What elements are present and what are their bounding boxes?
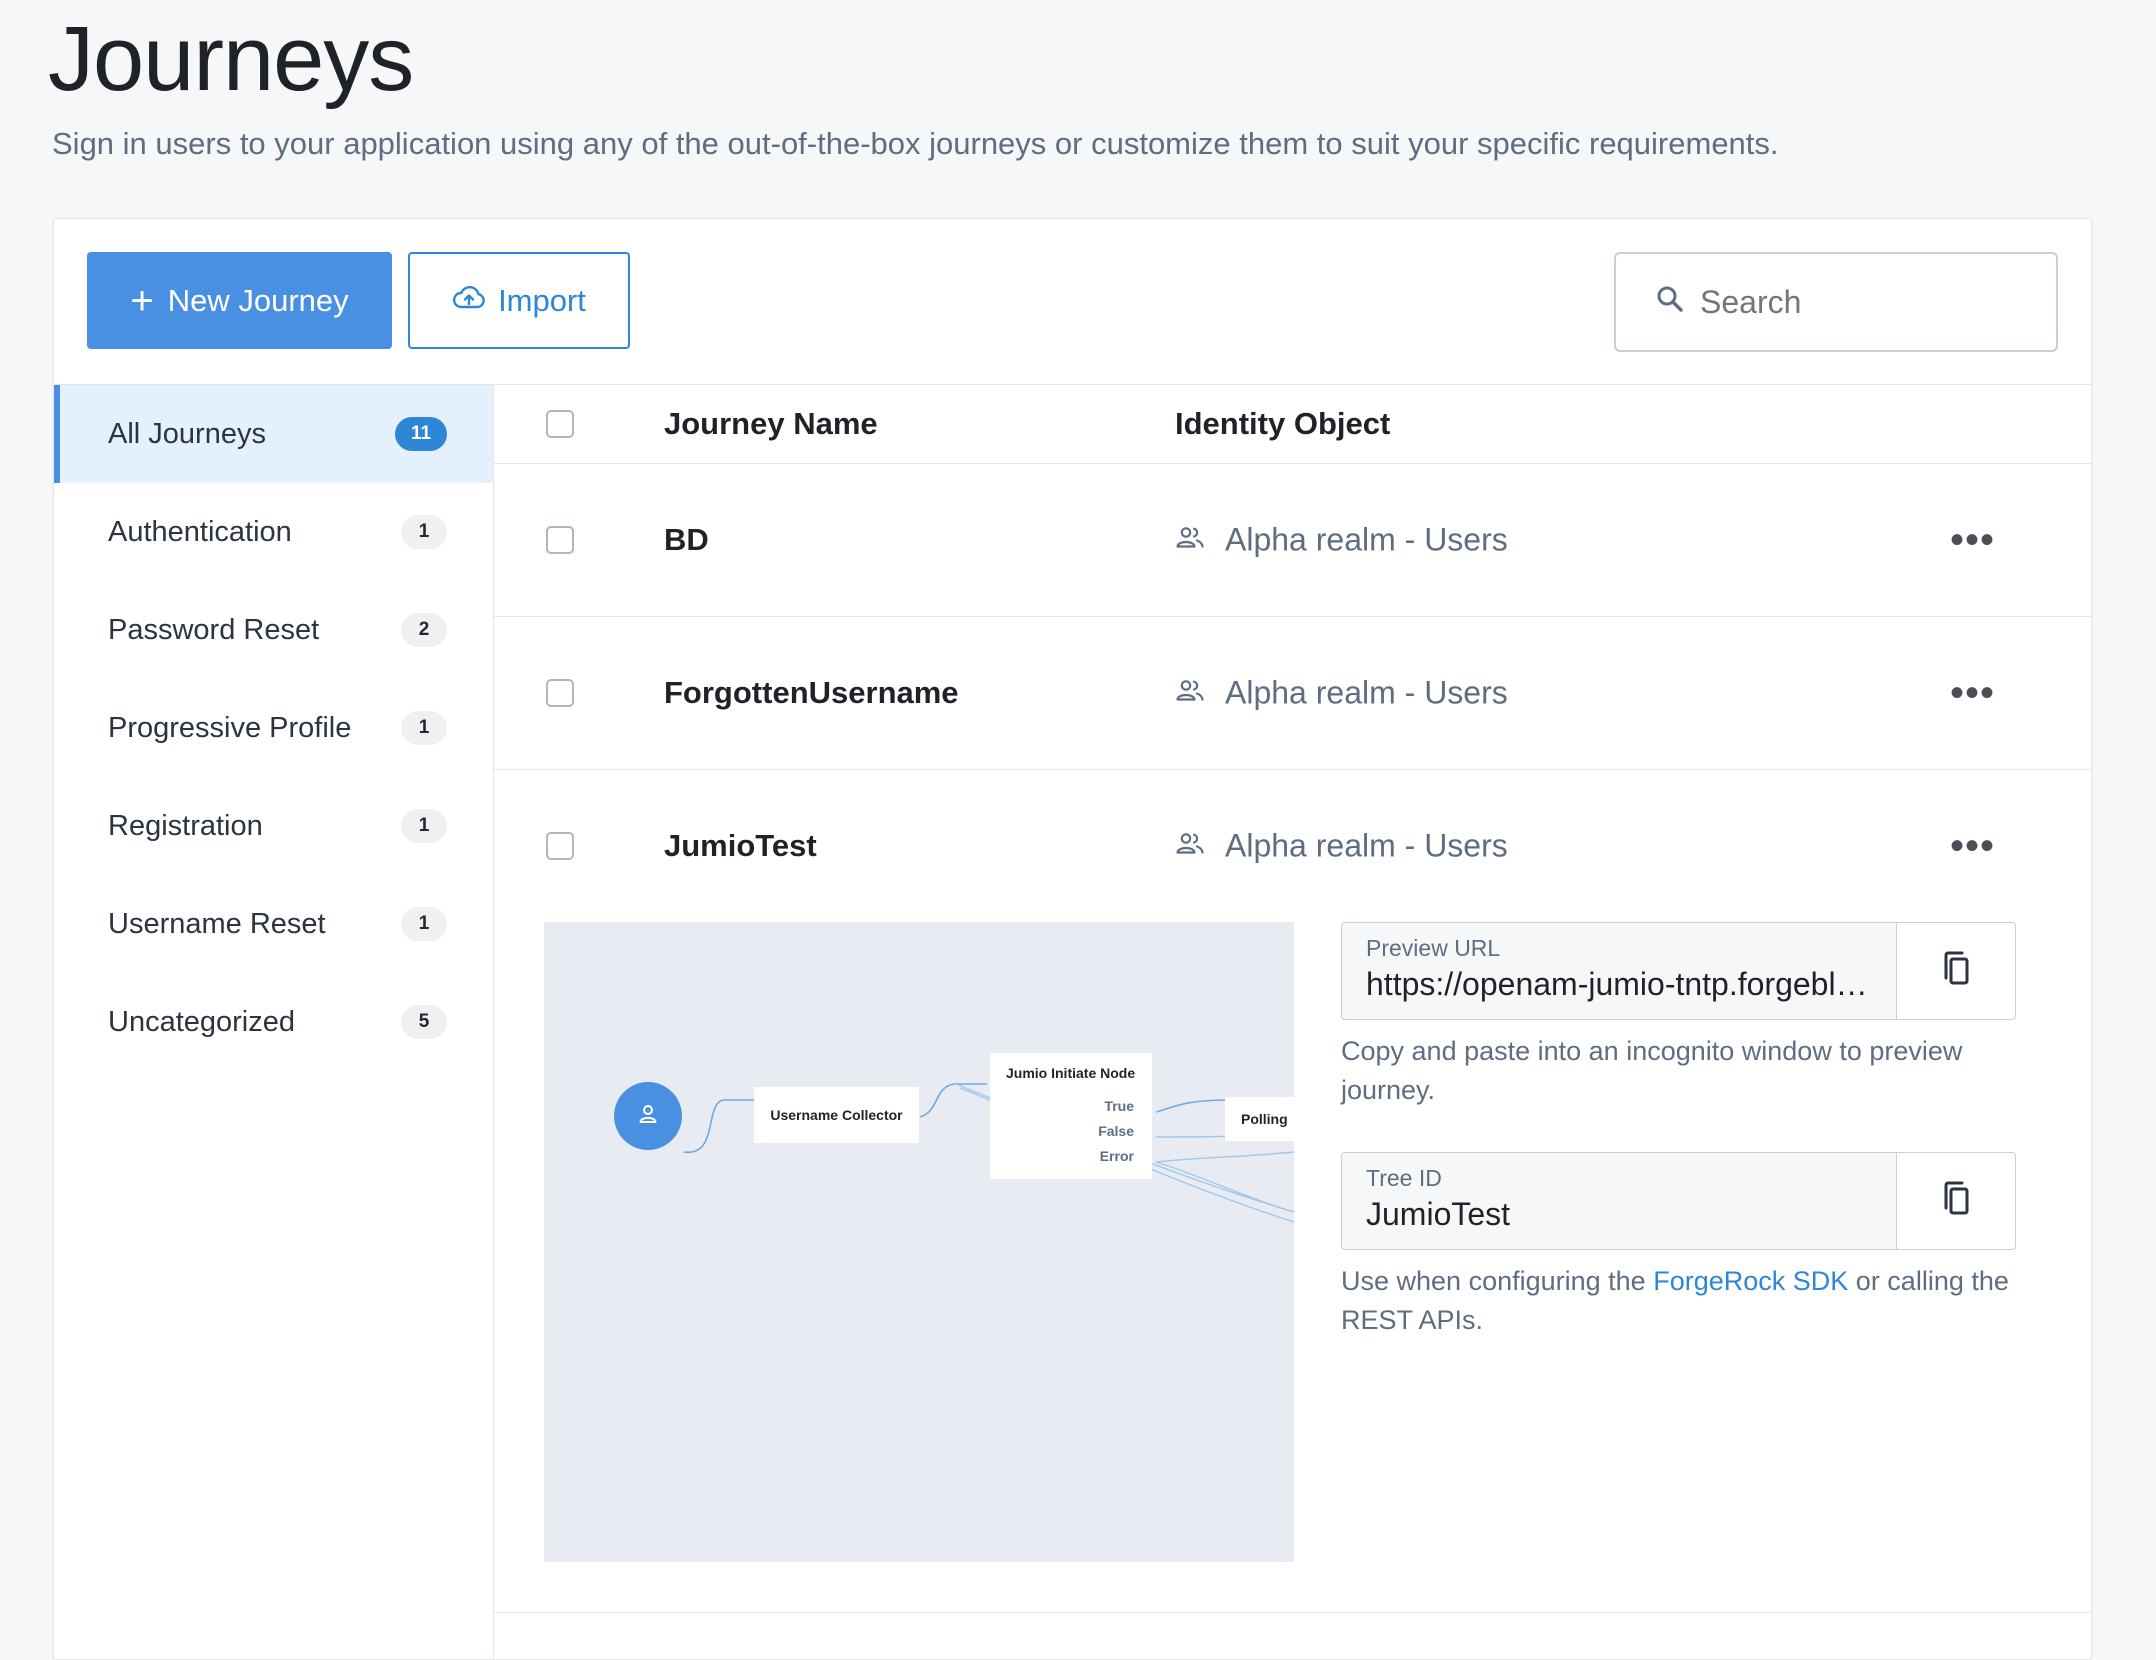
outcome-label: Error <box>1099 1148 1134 1164</box>
count-badge: 1 <box>401 515 447 549</box>
node-polling[interactable]: Polling <box>1225 1097 1294 1141</box>
identity-object: Alpha realm - Users <box>1175 828 1508 865</box>
users-icon <box>1175 680 1205 707</box>
diagram-connectors <box>683 1083 1294 1223</box>
new-journey-label: New Journey <box>167 282 349 318</box>
preview-url-value[interactable]: https://openam-jumio-tntp.forgeblo… <box>1366 966 1872 1003</box>
sidebar-item-all-journeys[interactable]: All Journeys 11 <box>54 385 493 483</box>
row-checkbox[interactable] <box>546 526 574 554</box>
node-jumio-initiate[interactable]: Jumio Initiate Node True False Error <box>990 1053 1152 1179</box>
preview-url-hint: Copy and paste into an incognito window … <box>1341 1036 1963 1105</box>
page-subtitle: Sign in users to your application using … <box>52 126 1779 161</box>
sidebar-item-authentication[interactable]: Authentication 1 <box>54 483 493 581</box>
preview-url-field: Preview URL https://openam-jumio-tntp.fo… <box>1341 922 2016 1020</box>
outcome-label: True <box>1104 1098 1134 1114</box>
new-journey-button[interactable]: + New Journey <box>87 252 392 349</box>
import-label: Import <box>498 282 586 318</box>
tree-id-value[interactable]: JumioTest <box>1366 1196 1872 1233</box>
journey-diagram-preview[interactable]: Username Collector Jumio Initiate Node T… <box>544 922 1294 1562</box>
sidebar-item-label: Registration <box>108 809 263 842</box>
journeys-card: + New Journey Import All Journeys 11 Aut… <box>53 218 2092 1660</box>
identity-object-label: Alpha realm - Users <box>1225 674 1508 711</box>
count-badge: 1 <box>401 711 447 745</box>
identity-object-label: Alpha realm - Users <box>1225 521 1508 558</box>
sidebar-item-label: All Journeys <box>108 417 266 450</box>
table-header: Journey Name Identity Object <box>494 385 2091 464</box>
copy-icon <box>1940 951 1972 992</box>
count-badge: 5 <box>401 1005 447 1039</box>
page-title: Journeys <box>48 8 414 110</box>
copy-tree-id-button[interactable] <box>1896 1153 2015 1249</box>
search-box[interactable] <box>1614 252 2058 352</box>
count-badge: 2 <box>401 613 447 647</box>
row-checkbox[interactable] <box>546 679 574 707</box>
users-icon <box>1175 527 1205 554</box>
field-label: Preview URL <box>1366 935 1501 961</box>
plus-icon: + <box>130 278 154 323</box>
identity-object: Alpha realm - Users <box>1175 675 1508 712</box>
person-icon <box>637 1103 659 1130</box>
journey-name[interactable]: BD <box>664 522 709 558</box>
node-username-collector[interactable]: Username Collector <box>754 1087 919 1143</box>
count-badge: 1 <box>401 907 447 941</box>
node-label: Polling <box>1241 1111 1288 1127</box>
select-all-checkbox[interactable] <box>546 410 574 438</box>
import-button[interactable]: Import <box>408 252 630 349</box>
users-icon <box>1175 833 1205 860</box>
cloud-upload-icon <box>452 283 486 319</box>
table-row-expanded[interactable]: JumioTest Alpha realm - Users ••• Userna… <box>494 770 2091 1613</box>
column-header-identity-object: Identity Object <box>1175 406 1391 441</box>
sidebar-item-password-reset[interactable]: Password Reset 2 <box>54 581 493 679</box>
forgerock-sdk-link[interactable]: ForgeRock SDK <box>1653 1266 1848 1296</box>
search-icon <box>1656 284 1684 321</box>
start-node[interactable] <box>614 1082 682 1150</box>
sidebar-item-username-reset[interactable]: Username Reset 1 <box>54 875 493 973</box>
hint-text: Use when configuring the <box>1341 1266 1646 1296</box>
journeys-table: Journey Name Identity Object BD Alpha re… <box>494 385 2091 1659</box>
table-row[interactable]: ForgottenUsername Alpha realm - Users ••… <box>494 617 2091 770</box>
node-label: Username Collector <box>770 1107 903 1123</box>
sidebar-item-uncategorized[interactable]: Uncategorized 5 <box>54 973 493 1071</box>
journey-name[interactable]: ForgottenUsername <box>664 675 959 711</box>
sidebar-item-label: Uncategorized <box>108 1005 295 1038</box>
more-actions-icon[interactable]: ••• <box>1950 826 1995 866</box>
sidebar-item-label: Progressive Profile <box>108 711 352 744</box>
count-badge: 11 <box>395 417 447 451</box>
tree-id-field: Tree ID JumioTest <box>1341 1152 2016 1250</box>
sidebar-item-registration[interactable]: Registration 1 <box>54 777 493 875</box>
node-label: Jumio Initiate Node <box>1006 1065 1136 1081</box>
sidebar-item-label: Username Reset <box>108 907 326 940</box>
more-actions-icon[interactable]: ••• <box>1950 520 1995 560</box>
column-header-journey-name[interactable]: Journey Name <box>664 406 878 442</box>
journey-details: Preview URL https://openam-jumio-tntp.fo… <box>1341 922 2016 1340</box>
row-checkbox[interactable] <box>546 832 574 860</box>
sidebar-item-label: Authentication <box>108 515 292 548</box>
tree-id-hint: Use when configuring the ForgeRock SDK o… <box>1341 1262 2016 1340</box>
table-row[interactable]: BD Alpha realm - Users ••• <box>494 464 2091 617</box>
identity-object-label: Alpha realm - Users <box>1225 827 1508 864</box>
sidebar-item-progressive-profile[interactable]: Progressive Profile 1 <box>54 679 493 777</box>
outcome-label: False <box>1098 1123 1134 1139</box>
copy-preview-url-button[interactable] <box>1896 923 2015 1019</box>
search-input[interactable] <box>1698 282 2002 322</box>
field-label: Tree ID <box>1366 1165 1442 1191</box>
count-badge: 1 <box>401 809 447 843</box>
more-actions-icon[interactable]: ••• <box>1950 673 1995 713</box>
copy-icon <box>1940 1181 1972 1222</box>
sidebar-item-label: Password Reset <box>108 613 320 646</box>
identity-object: Alpha realm - Users <box>1175 522 1508 559</box>
category-sidebar: All Journeys 11 Authentication 1 Passwor… <box>54 385 494 1659</box>
journey-name[interactable]: JumioTest <box>664 828 817 864</box>
